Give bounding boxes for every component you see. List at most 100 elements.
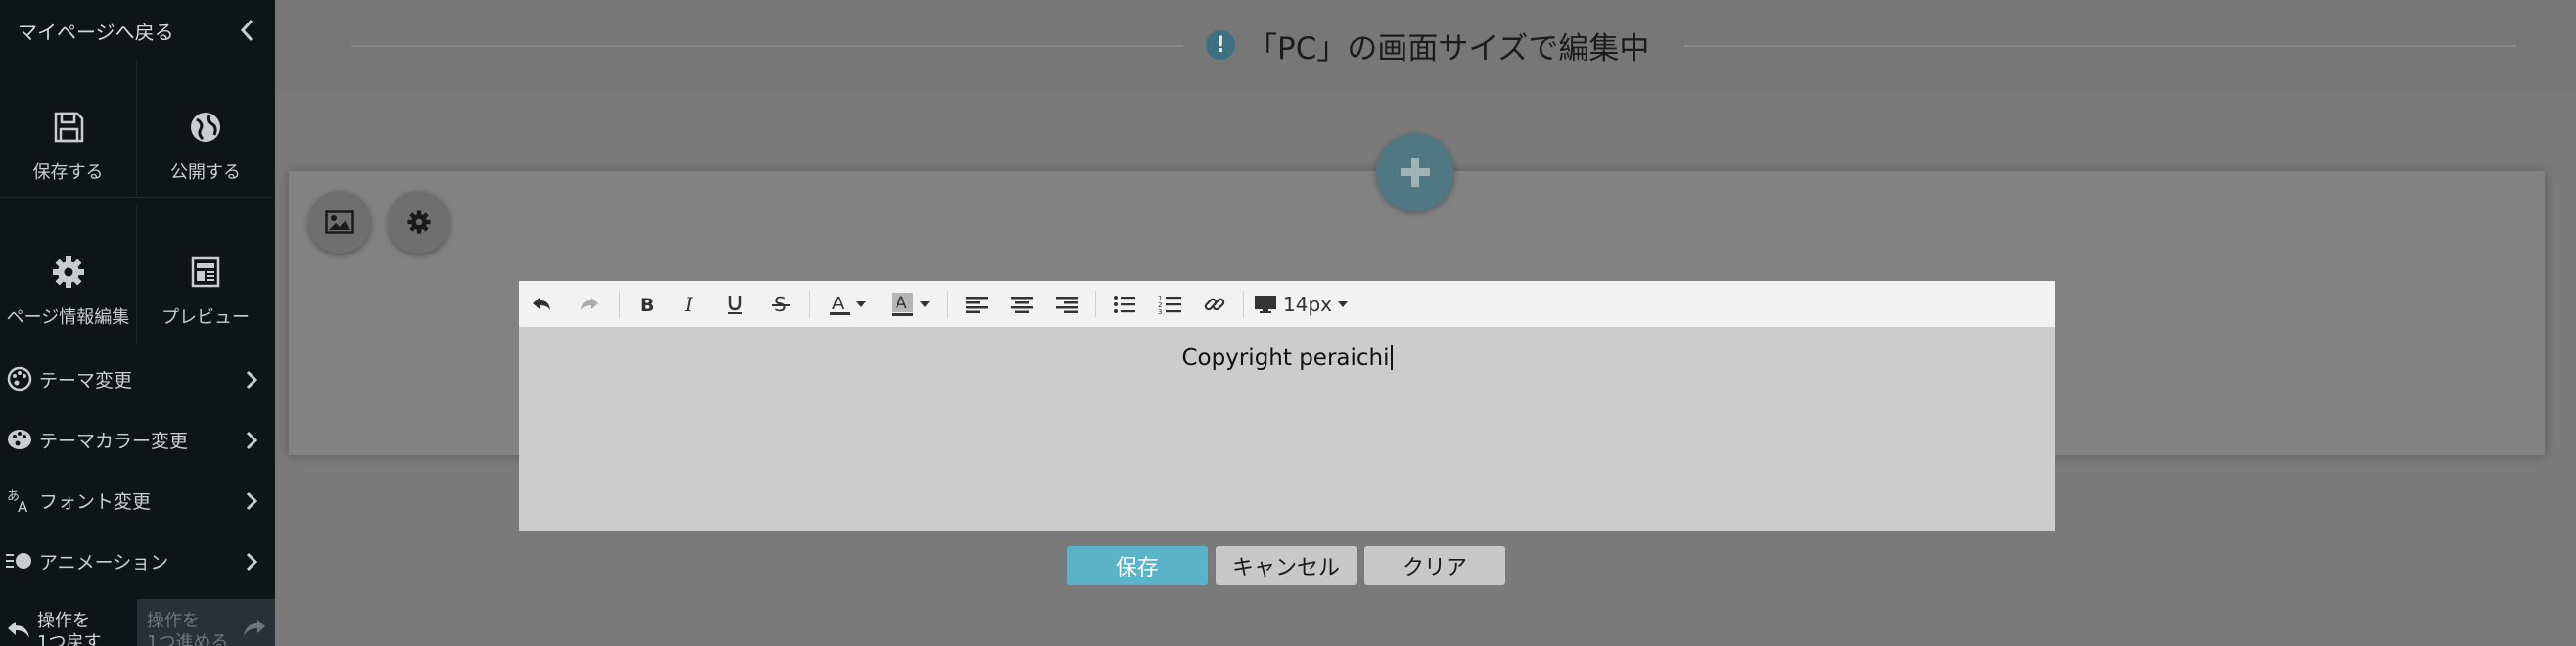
caret-down-icon xyxy=(920,300,930,307)
redo-icon xyxy=(244,620,265,636)
gear-icon xyxy=(407,210,431,234)
image-icon xyxy=(325,210,354,234)
editor-actions: 保存 キャンセル クリア xyxy=(1067,546,1505,585)
editor-toolbar: B I S A A xyxy=(519,281,2055,327)
bullet-list-icon xyxy=(1114,295,1135,313)
back-to-mypage-link[interactable]: マイページへ戻る xyxy=(0,0,275,61)
background-color-button[interactable]: A xyxy=(879,281,942,327)
link-button[interactable] xyxy=(1192,281,1237,327)
align-center-button[interactable] xyxy=(999,281,1044,327)
save-button[interactable]: 保存 xyxy=(1067,546,1208,585)
toolbar-separator xyxy=(1243,290,1244,318)
toolbar-separator xyxy=(1095,290,1096,318)
svg-text:A: A xyxy=(18,498,28,514)
background-color-icon: A xyxy=(892,292,913,316)
menu-animation[interactable]: アニメーション xyxy=(0,531,275,591)
device-view-button[interactable] xyxy=(1250,281,1281,327)
add-section-button[interactable] xyxy=(1376,133,1454,211)
svg-text:A: A xyxy=(896,294,907,313)
chevron-left-icon xyxy=(240,19,253,42)
chevron-right-icon xyxy=(246,491,257,511)
undo-tool-button[interactable] xyxy=(519,281,566,327)
font-icon: あA xyxy=(0,486,39,514)
toolbar-separator xyxy=(809,290,810,318)
align-right-button[interactable] xyxy=(1044,281,1089,327)
align-left-icon xyxy=(966,296,988,313)
back-label: マイページへ戻る xyxy=(18,20,174,44)
save-icon xyxy=(54,112,83,143)
undo-button[interactable]: 操作を 1つ戻す xyxy=(0,599,137,646)
underline-icon xyxy=(728,295,742,314)
font-size-dropdown[interactable]: 14px xyxy=(1281,281,1350,327)
align-center-icon xyxy=(1011,296,1033,313)
save-tile-button[interactable]: 保存する xyxy=(0,61,137,198)
save-tile-label: 保存する xyxy=(32,162,104,183)
toolbar-separator xyxy=(947,290,948,318)
align-left-button[interactable] xyxy=(954,281,999,327)
menu-theme-change-label: テーマ変更 xyxy=(39,369,133,392)
page-info-tile-button[interactable]: ページ情報編集 xyxy=(0,206,137,343)
sidebar: マイページへ戻る 保存する 公開する ページ情報編集 プレビュー テーマ変更 テ… xyxy=(0,0,275,646)
font-size-value: 14px xyxy=(1283,292,1332,316)
numbered-list-icon: 123 xyxy=(1158,295,1181,315)
rich-text-editor: B I S A A xyxy=(519,281,2055,531)
publish-tile-label: 公開する xyxy=(170,162,241,183)
edit-mode-notice: ! 「PC」の画面サイズで編集中 xyxy=(1206,22,1649,69)
italic-button[interactable]: I xyxy=(668,281,712,327)
clear-button[interactable]: クリア xyxy=(1364,546,1505,585)
page-info-tile-label: ページ情報編集 xyxy=(6,307,130,328)
palette-icon xyxy=(0,365,39,392)
plus-icon xyxy=(1401,158,1430,187)
chevron-right-icon xyxy=(246,552,257,572)
menu-font-change[interactable]: あA フォント変更 xyxy=(0,470,275,531)
bullet-list-button[interactable] xyxy=(1102,281,1147,327)
svg-text:A: A xyxy=(832,294,845,314)
notice-divider-right xyxy=(1684,45,2516,47)
svg-text:3: 3 xyxy=(1158,308,1162,315)
globe-icon xyxy=(191,113,220,142)
undo-icon xyxy=(8,622,29,638)
notice-divider-left xyxy=(351,45,1183,47)
undo-arrow-icon xyxy=(533,297,550,310)
font-color-icon: A xyxy=(830,294,850,315)
editor-text: Copyright peraichi xyxy=(519,345,2055,371)
bold-button[interactable]: B xyxy=(625,281,668,327)
exclamation-icon: ! xyxy=(1206,30,1235,60)
underline-button[interactable] xyxy=(712,281,759,327)
numbered-list-button[interactable]: 123 xyxy=(1147,281,1192,327)
italic-icon: I xyxy=(684,295,694,314)
publish-tile-button[interactable]: 公開する xyxy=(137,61,274,198)
undo-label-line1: 操作を xyxy=(37,611,90,631)
svg-text:I: I xyxy=(684,295,694,314)
menu-animation-label: アニメーション xyxy=(39,551,169,574)
text-cursor xyxy=(1390,345,1393,370)
edit-mode-notice-text: 「PC」の画面サイズで編集中 xyxy=(1247,30,1650,67)
undo-label-line2: 1つ戻す xyxy=(37,632,102,646)
strikethrough-icon: S xyxy=(772,294,790,315)
gear-icon xyxy=(52,256,84,288)
menu-theme-color-change[interactable]: テーマカラー変更 xyxy=(0,409,275,470)
preview-tile-label: プレビュー xyxy=(161,307,250,328)
align-right-icon xyxy=(1056,296,1078,313)
redo-button[interactable]: 操作を 1つ進める xyxy=(137,599,275,646)
redo-label-line2: 1つ進める xyxy=(147,632,229,646)
editor-content-area[interactable]: Copyright peraichi xyxy=(519,327,2055,531)
menu-theme-change[interactable]: テーマ変更 xyxy=(0,348,275,409)
bold-icon: B xyxy=(640,295,654,314)
monitor-icon xyxy=(1255,295,1276,313)
svg-text:B: B xyxy=(640,295,654,314)
redo-arrow-icon xyxy=(581,297,598,310)
menu-font-change-label: フォント変更 xyxy=(39,490,152,513)
cancel-button[interactable]: キャンセル xyxy=(1216,546,1357,585)
chevron-right-icon xyxy=(246,431,257,450)
section-image-button[interactable] xyxy=(308,191,371,254)
strikethrough-button[interactable]: S xyxy=(759,281,804,327)
section-settings-button[interactable] xyxy=(388,191,450,254)
editor-text-content: Copyright peraichi xyxy=(1181,346,1390,371)
font-color-button[interactable]: A xyxy=(816,281,879,327)
redo-tool-button[interactable] xyxy=(566,281,613,327)
preview-tile-button[interactable]: プレビュー xyxy=(137,206,274,343)
color-palette-icon xyxy=(0,426,39,453)
link-icon xyxy=(1204,298,1225,310)
redo-label-line1: 操作を xyxy=(147,611,200,631)
